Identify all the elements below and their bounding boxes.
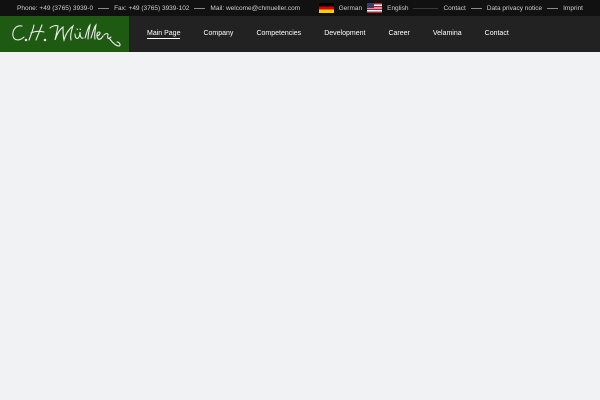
us-flag-icon [367,3,383,13]
separator [98,7,110,9]
top-info-bar: Phone: +49 (3765) 3939-0 Fax: +49 (3765)… [0,0,600,16]
nav-item-velamina[interactable]: Velamina [433,30,462,38]
signature-logo-icon [12,23,121,47]
separator [470,7,482,9]
mail-link[interactable]: Mail: welcome@chmueller.com [210,5,300,12]
main-header: Main Page Company Competencies Developme… [0,16,600,52]
nav-item-development[interactable]: Development [324,30,365,38]
top-link-privacy[interactable]: Data privacy notice [487,5,542,12]
nav-item-competencies[interactable]: Competencies [256,30,301,38]
phone-text[interactable]: Phone: +49 (3765) 3939-0 [17,5,93,12]
company-logo[interactable] [0,16,129,52]
page-content [0,52,600,400]
top-link-imprint[interactable]: Imprint [563,5,583,12]
nav-item-career[interactable]: Career [388,30,409,38]
language-german[interactable]: German [318,3,363,13]
main-navigation: Main Page Company Competencies Developme… [147,16,532,52]
contact-info: Phone: +49 (3765) 3939-0 Fax: +49 (3765)… [0,5,300,12]
separator [413,7,439,9]
fax-text: Fax: +49 (3765) 3939-102 [114,4,190,12]
separator [547,7,559,9]
separator [194,7,206,9]
top-links: German English Contact Data privacy noti… [318,0,583,16]
language-english[interactable]: English [367,3,408,13]
language-german-label: German [338,4,363,12]
language-english-label: English [387,4,409,12]
nav-item-company[interactable]: Company [203,30,233,38]
german-flag-icon [318,3,334,13]
top-link-contact[interactable]: Contact [443,5,465,12]
nav-item-contact[interactable]: Contact [485,30,509,38]
nav-item-main-page[interactable]: Main Page [147,30,181,39]
